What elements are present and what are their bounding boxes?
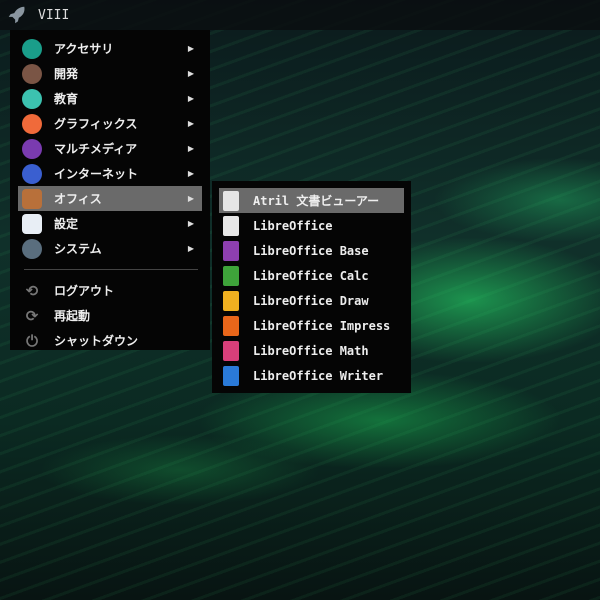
menu-category-item[interactable]: マルチメディア ▶: [18, 136, 202, 161]
application-menu: アクセサリ ▶ 開発 ▶ 教育 ▶ グラフィックス ▶ マルチメディア ▶ インターネット ▶ オフィス…: [10, 30, 210, 350]
menu-category-item[interactable]: システム ▶: [18, 236, 202, 261]
libreoffice-math-icon: [223, 340, 239, 361]
submenu-app-item[interactable]: LibreOffice Writer: [219, 363, 404, 388]
menu-item-label: 教育: [54, 92, 79, 106]
app-label: Atril 文書ビューアー: [253, 194, 380, 208]
power-icon: ⏻: [26, 331, 38, 350]
gear-icon: [22, 238, 42, 259]
menu-item-label: 再起動: [54, 309, 91, 323]
submenu-arrow-icon: ▶: [187, 94, 194, 103]
menu-separator: [24, 269, 198, 270]
menu-item-label: アクセサリ: [54, 42, 114, 56]
briefcase-icon: [22, 188, 42, 209]
menu-category-item[interactable]: グラフィックス ▶: [18, 111, 202, 136]
libreoffice-calc-icon: [223, 265, 239, 286]
menu-item-label: シャットダウン: [54, 334, 139, 348]
menu-action-item[interactable]: ⟳ 再起動: [18, 303, 202, 328]
submenu-arrow-icon: ▶: [187, 194, 194, 203]
submenu-app-item[interactable]: LibreOffice Base: [219, 238, 404, 263]
menu-item-label: オフィス: [54, 192, 102, 206]
top-panel: VIII: [0, 0, 600, 30]
menu-item-label: ログアウト: [54, 284, 115, 298]
submenu-arrow-icon: ▶: [187, 244, 194, 253]
document-viewer-icon: [223, 190, 239, 211]
menu-item-label: マルチメディア: [54, 142, 138, 156]
office-submenu: Atril 文書ビューアー LibreOffice LibreOffice Base…: [212, 181, 411, 393]
menu-item-label: システム: [54, 242, 102, 256]
menu-item-label: 開発: [54, 67, 79, 81]
multimedia-icon: [22, 138, 42, 159]
settings-icon: [22, 213, 42, 234]
restart-icon: ⟳: [25, 306, 39, 325]
app-label: LibreOffice Math: [253, 343, 369, 358]
submenu-arrow-icon: ▶: [187, 69, 194, 78]
accessories-icon: [22, 38, 42, 59]
menu-category-item[interactable]: 教育 ▶: [18, 86, 202, 111]
globe-icon: [22, 163, 42, 184]
rocket-icon[interactable]: [6, 4, 28, 26]
submenu-arrow-icon: ▶: [187, 219, 194, 228]
libreoffice-impress-icon: [223, 315, 239, 336]
menu-action-item[interactable]: ⟲ ログアウト: [18, 278, 202, 303]
submenu-arrow-icon: ▶: [187, 144, 194, 153]
app-label: LibreOffice Base: [253, 243, 369, 258]
menu-item-label: インターネット: [54, 167, 139, 181]
logout-icon: ⟲: [25, 281, 39, 300]
submenu-app-item[interactable]: LibreOffice Math: [219, 338, 404, 363]
submenu-app-item[interactable]: Atril 文書ビューアー: [219, 188, 404, 213]
panel-title[interactable]: VIII: [38, 8, 69, 23]
libreoffice-base-icon: [223, 240, 239, 261]
hammer-icon: [22, 63, 42, 84]
menu-item-label: グラフィックス: [54, 117, 138, 131]
submenu-app-item[interactable]: LibreOffice: [219, 213, 404, 238]
app-label: LibreOffice Impress: [253, 318, 391, 333]
libreoffice-writer-icon: [223, 365, 239, 386]
submenu-arrow-icon: ▶: [187, 119, 194, 128]
app-label: LibreOffice Writer: [253, 368, 384, 383]
libreoffice-icon: [223, 215, 239, 236]
submenu-arrow-icon: ▶: [187, 169, 194, 178]
menu-item-label: 設定: [54, 217, 79, 231]
menu-category-item[interactable]: オフィス ▶: [18, 186, 202, 211]
menu-action-item[interactable]: ⏻ シャットダウン: [18, 328, 202, 353]
menu-category-item[interactable]: インターネット ▶: [18, 161, 202, 186]
app-label: LibreOffice Draw: [253, 293, 369, 308]
app-label: LibreOffice: [253, 218, 333, 233]
education-icon: [22, 88, 42, 109]
submenu-app-item[interactable]: LibreOffice Draw: [219, 288, 404, 313]
submenu-arrow-icon: ▶: [187, 44, 194, 53]
app-label: LibreOffice Calc: [253, 268, 369, 283]
graphics-icon: [22, 113, 42, 134]
menu-category-item[interactable]: 開発 ▶: [18, 61, 202, 86]
submenu-app-item[interactable]: LibreOffice Impress: [219, 313, 404, 338]
libreoffice-draw-icon: [223, 290, 239, 311]
submenu-app-item[interactable]: LibreOffice Calc: [219, 263, 404, 288]
menu-category-item[interactable]: アクセサリ ▶: [18, 36, 202, 61]
menu-category-item[interactable]: 設定 ▶: [18, 211, 202, 236]
